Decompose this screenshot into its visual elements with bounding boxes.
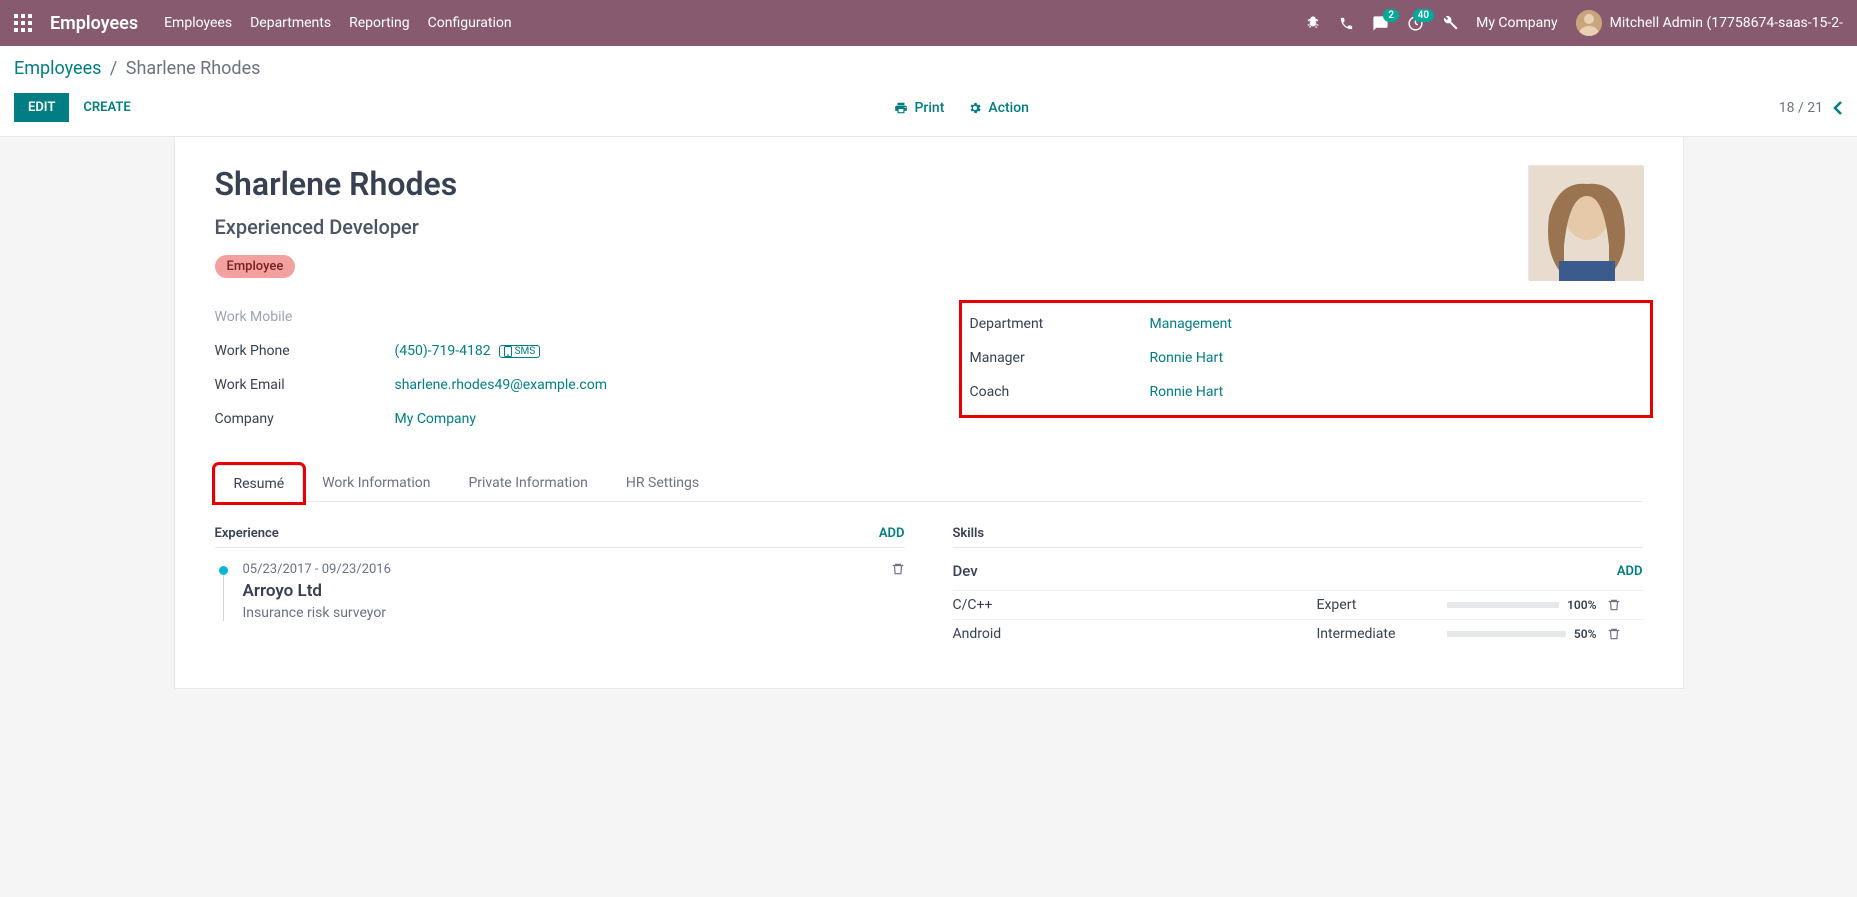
trash-icon bbox=[1607, 598, 1621, 612]
experience-add-button[interactable]: ADD bbox=[879, 526, 905, 541]
department-label: Department bbox=[970, 316, 1150, 332]
nav-configuration[interactable]: Configuration bbox=[428, 15, 512, 31]
skill-percent: 50% bbox=[1574, 627, 1597, 641]
messaging-icon[interactable]: 2 bbox=[1372, 15, 1389, 32]
org-info-column: Department Management Manager Ronnie Har… bbox=[969, 300, 1643, 436]
employee-name: Sharlene Rhodes bbox=[215, 165, 458, 203]
skill-name: C/C++ bbox=[953, 597, 1307, 613]
company-label: Company bbox=[215, 411, 395, 427]
nav-employees[interactable]: Employees bbox=[164, 15, 232, 31]
coach-label: Coach bbox=[970, 384, 1150, 400]
skill-progress bbox=[1447, 602, 1560, 608]
gear-icon bbox=[968, 101, 982, 115]
messaging-badge: 2 bbox=[1383, 9, 1399, 22]
work-email-value[interactable]: sharlene.rhodes49@example.com bbox=[395, 377, 608, 393]
tools-icon[interactable] bbox=[1442, 15, 1458, 31]
apps-grid-icon[interactable] bbox=[14, 14, 32, 32]
skill-delete-button[interactable] bbox=[1607, 598, 1643, 612]
phone-icon[interactable] bbox=[1339, 16, 1354, 31]
mobile-icon bbox=[504, 346, 512, 357]
department-value[interactable]: Management bbox=[1150, 316, 1232, 332]
skill-progress bbox=[1447, 631, 1566, 637]
experience-delete-button[interactable] bbox=[891, 562, 905, 576]
user-avatar bbox=[1576, 10, 1602, 36]
toolbar: EDIT CREATE Print Action 18 / 21 bbox=[0, 87, 1857, 137]
breadcrumb-separator: / bbox=[110, 58, 117, 79]
trash-icon bbox=[1607, 627, 1621, 641]
create-button[interactable]: CREATE bbox=[69, 93, 144, 122]
contact-info-column: Work Mobile Work Phone (450)-719-4182 SM… bbox=[215, 300, 889, 436]
breadcrumb-current: Sharlene Rhodes bbox=[126, 58, 261, 79]
skill-name: Android bbox=[953, 626, 1307, 642]
tabs: Resumé Work Information Private Informat… bbox=[215, 464, 1643, 502]
action-button[interactable]: Action bbox=[968, 100, 1029, 116]
user-name: Mitchell Admin (17758674-saas-15-2- bbox=[1610, 15, 1843, 31]
work-mobile-label: Work Mobile bbox=[215, 309, 395, 325]
user-menu[interactable]: Mitchell Admin (17758674-saas-15-2- bbox=[1576, 10, 1843, 36]
experience-company: Arroyo Ltd bbox=[243, 581, 905, 601]
bug-icon[interactable] bbox=[1305, 15, 1321, 31]
pager-prev[interactable] bbox=[1833, 101, 1843, 115]
breadcrumb-root[interactable]: Employees bbox=[14, 58, 101, 79]
skill-row: C/C++ Expert 100% bbox=[953, 590, 1643, 619]
nav-departments[interactable]: Departments bbox=[250, 15, 331, 31]
highlight-box-org: Department Management Manager Ronnie Har… bbox=[959, 300, 1653, 418]
experience-title: Experience bbox=[215, 526, 279, 541]
skill-row: Android Intermediate 50% bbox=[953, 619, 1643, 648]
employee-photo bbox=[1528, 165, 1643, 280]
tab-resume[interactable]: Resumé bbox=[215, 465, 304, 502]
experience-role: Insurance risk surveyor bbox=[243, 605, 905, 621]
trash-icon bbox=[891, 562, 905, 576]
form-sheet: Sharlene Rhodes Experienced Developer Em… bbox=[174, 137, 1684, 689]
activity-icon[interactable]: 40 bbox=[1407, 15, 1424, 32]
experience-section: Experience ADD 05/23/2017 - 09/23/2016 A… bbox=[215, 526, 905, 648]
skill-group-name: Dev bbox=[953, 562, 978, 580]
company-switcher[interactable]: My Company bbox=[1476, 15, 1558, 31]
print-button[interactable]: Print bbox=[894, 100, 944, 116]
timeline-dot-icon bbox=[219, 566, 228, 575]
employee-job-title: Experienced Developer bbox=[215, 215, 458, 239]
work-phone-value[interactable]: (450)-719-4182 bbox=[395, 343, 491, 359]
experience-dates: 05/23/2017 - 09/23/2016 bbox=[243, 562, 905, 577]
nav-reporting[interactable]: Reporting bbox=[349, 15, 410, 31]
coach-value[interactable]: Ronnie Hart bbox=[1150, 384, 1224, 400]
edit-button[interactable]: EDIT bbox=[14, 93, 69, 122]
work-phone-label: Work Phone bbox=[215, 343, 395, 359]
manager-label: Manager bbox=[970, 350, 1150, 366]
skill-delete-button[interactable] bbox=[1607, 627, 1643, 641]
tab-hr-settings[interactable]: HR Settings bbox=[607, 464, 718, 501]
work-email-label: Work Email bbox=[215, 377, 395, 393]
skill-level: Intermediate bbox=[1317, 626, 1437, 642]
manager-value[interactable]: Ronnie Hart bbox=[1150, 350, 1224, 366]
pager-text: 18 / 21 bbox=[1779, 100, 1823, 116]
activity-badge: 40 bbox=[1413, 9, 1434, 22]
skills-section: Skills Dev ADD C/C++ Expert 100% bbox=[953, 526, 1643, 648]
employee-tag: Employee bbox=[215, 255, 296, 278]
skill-percent: 100% bbox=[1567, 598, 1596, 612]
experience-item: 05/23/2017 - 09/23/2016 Arroyo Ltd Insur… bbox=[243, 562, 905, 621]
skill-level: Expert bbox=[1317, 597, 1437, 613]
skills-add-button[interactable]: ADD bbox=[1617, 564, 1643, 579]
print-icon bbox=[894, 101, 908, 115]
top-nav: Employees Employees Departments Reportin… bbox=[0, 0, 1857, 46]
app-title[interactable]: Employees bbox=[50, 13, 138, 34]
sms-button[interactable]: SMS bbox=[499, 345, 541, 358]
tab-private-information[interactable]: Private Information bbox=[449, 464, 606, 501]
breadcrumb: Employees / Sharlene Rhodes bbox=[0, 46, 1857, 87]
skills-title: Skills bbox=[953, 526, 1643, 548]
tab-work-information[interactable]: Work Information bbox=[303, 464, 449, 501]
company-value[interactable]: My Company bbox=[395, 411, 477, 427]
chevron-left-icon bbox=[1833, 101, 1843, 115]
